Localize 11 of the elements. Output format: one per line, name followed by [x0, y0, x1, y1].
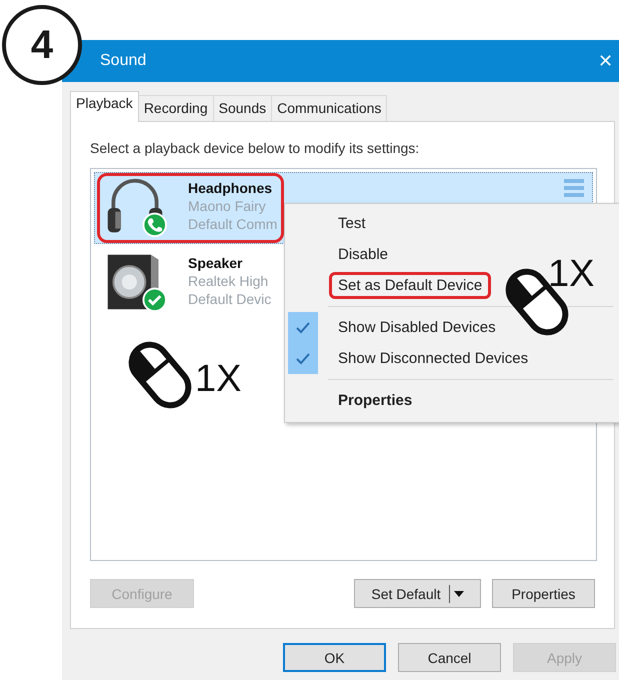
click-count: 1X	[548, 255, 594, 293]
device-description: Maono Fairy	[188, 197, 267, 215]
click-count: 1X	[195, 360, 242, 398]
device-name: Headphones	[188, 179, 274, 197]
window-title: Sound	[100, 52, 148, 70]
device-status: Default Devic	[188, 290, 272, 308]
instruction-text: Select a playback device below to modify its settings:	[90, 140, 420, 156]
device-status: Default Comm	[188, 215, 278, 233]
device-name: Speaker	[188, 254, 244, 272]
step-number: 4	[2, 5, 82, 85]
device-description: Realtek High	[188, 272, 270, 290]
